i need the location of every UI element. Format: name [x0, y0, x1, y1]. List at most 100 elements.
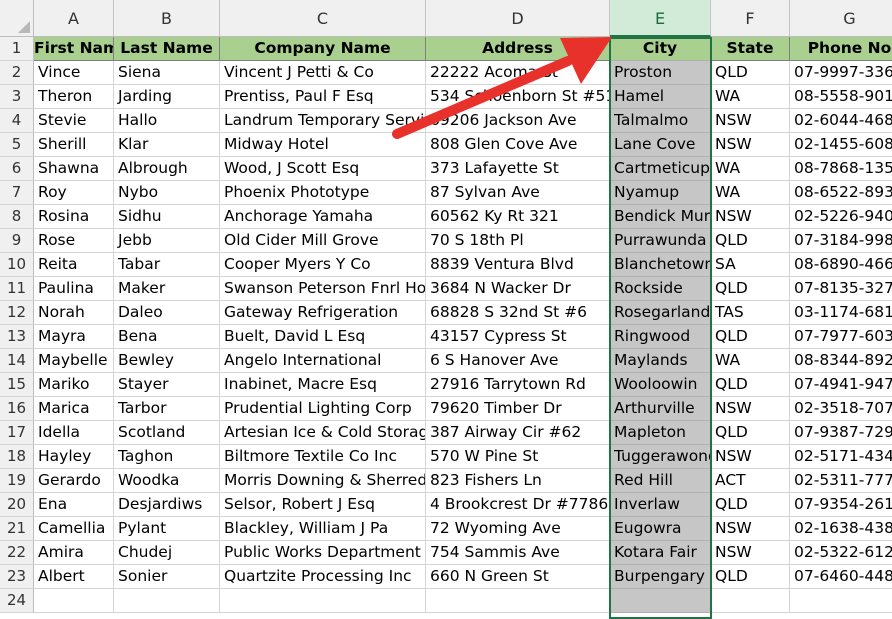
cell-a3[interactable]: Theron — [34, 85, 114, 109]
cell-g16[interactable]: 02-3518-7078 — [790, 397, 892, 421]
cell-f15[interactable]: QLD — [711, 373, 790, 397]
cell-c7[interactable]: Phoenix Phototype — [220, 181, 426, 205]
empty-cell-e24[interactable] — [610, 589, 711, 613]
cell-e16[interactable]: Arthurville — [610, 397, 711, 421]
cell-d17[interactable]: 387 Airway Cir #62 — [426, 421, 610, 445]
cell-d12[interactable]: 68828 S 32nd St #6 — [426, 301, 610, 325]
row-header-12[interactable]: 12 — [0, 301, 34, 325]
cell-e19[interactable]: Red Hill — [610, 469, 711, 493]
cell-f14[interactable]: WA — [711, 349, 790, 373]
row-header-8[interactable]: 8 — [0, 205, 34, 229]
cell-b3[interactable]: Jarding — [114, 85, 220, 109]
cell-a15[interactable]: Mariko — [34, 373, 114, 397]
cell-a8[interactable]: Rosina — [34, 205, 114, 229]
row-header-1[interactable]: 1 — [0, 37, 34, 61]
cell-b10[interactable]: Tabar — [114, 253, 220, 277]
cell-e15[interactable]: Wooloowin — [610, 373, 711, 397]
cell-g23[interactable]: 07-6460-4488 — [790, 565, 892, 589]
cell-a17[interactable]: Idella — [34, 421, 114, 445]
row-header-3[interactable]: 3 — [0, 85, 34, 109]
column-header-b[interactable]: B — [114, 0, 220, 37]
row-header-5[interactable]: 5 — [0, 133, 34, 157]
cell-a21[interactable]: Camellia — [34, 517, 114, 541]
header-cell-first-name[interactable]: First Name — [34, 37, 114, 61]
cell-d4[interactable]: 69206 Jackson Ave — [426, 109, 610, 133]
cell-e4[interactable]: Talmalmo — [610, 109, 711, 133]
cell-e2[interactable]: Proston — [610, 61, 711, 85]
cell-d7[interactable]: 87 Sylvan Ave — [426, 181, 610, 205]
cell-c12[interactable]: Gateway Refrigeration — [220, 301, 426, 325]
cell-b11[interactable]: Maker — [114, 277, 220, 301]
row-header-7[interactable]: 7 — [0, 181, 34, 205]
cell-f3[interactable]: WA — [711, 85, 790, 109]
cell-f6[interactable]: WA — [711, 157, 790, 181]
cell-e17[interactable]: Mapleton — [610, 421, 711, 445]
row-header-20[interactable]: 20 — [0, 493, 34, 517]
column-header-a[interactable]: A — [34, 0, 114, 37]
cell-e13[interactable]: Ringwood — [610, 325, 711, 349]
cell-b19[interactable]: Woodka — [114, 469, 220, 493]
cell-c20[interactable]: Selsor, Robert J Esq — [220, 493, 426, 517]
cell-f23[interactable]: QLD — [711, 565, 790, 589]
cell-c4[interactable]: Landrum Temporary Services — [220, 109, 426, 133]
cell-c15[interactable]: Inabinet, Macre Esq — [220, 373, 426, 397]
header-cell-last-name[interactable]: Last Name — [114, 37, 220, 61]
empty-cell-a24[interactable] — [34, 589, 114, 613]
empty-cell-d24[interactable] — [426, 589, 610, 613]
cell-f7[interactable]: WA — [711, 181, 790, 205]
row-header-11[interactable]: 11 — [0, 277, 34, 301]
header-cell-company-name[interactable]: Company Name — [220, 37, 426, 61]
cell-g17[interactable]: 07-9387-7293 — [790, 421, 892, 445]
cell-g10[interactable]: 08-6890-4661 — [790, 253, 892, 277]
column-header-e[interactable]: E — [610, 0, 711, 37]
row-header-24[interactable]: 24 — [0, 589, 34, 613]
cell-f12[interactable]: TAS — [711, 301, 790, 325]
cell-e5[interactable]: Lane Cove — [610, 133, 711, 157]
cell-g13[interactable]: 07-7977-6039 — [790, 325, 892, 349]
row-header-10[interactable]: 10 — [0, 253, 34, 277]
cell-g8[interactable]: 02-5226-9402 — [790, 205, 892, 229]
cell-f10[interactable]: SA — [711, 253, 790, 277]
header-cell-city[interactable]: City — [610, 37, 711, 61]
cell-c8[interactable]: Anchorage Yamaha — [220, 205, 426, 229]
cell-g9[interactable]: 07-3184-9989 — [790, 229, 892, 253]
cell-f21[interactable]: NSW — [711, 517, 790, 541]
cell-a22[interactable]: Amira — [34, 541, 114, 565]
empty-cell-f24[interactable] — [711, 589, 790, 613]
row-header-23[interactable]: 23 — [0, 565, 34, 589]
cell-d6[interactable]: 373 Lafayette St — [426, 157, 610, 181]
cell-f20[interactable]: QLD — [711, 493, 790, 517]
cell-e7[interactable]: Nyamup — [610, 181, 711, 205]
cell-a16[interactable]: Marica — [34, 397, 114, 421]
cell-e9[interactable]: Purrawunda — [610, 229, 711, 253]
cell-a6[interactable]: Shawna — [34, 157, 114, 181]
header-cell-address[interactable]: Address — [426, 37, 610, 61]
cell-b18[interactable]: Taghon — [114, 445, 220, 469]
cell-a11[interactable]: Paulina — [34, 277, 114, 301]
cell-a14[interactable]: Maybelle — [34, 349, 114, 373]
cell-d23[interactable]: 660 N Green St — [426, 565, 610, 589]
cell-g20[interactable]: 07-9354-2612 — [790, 493, 892, 517]
cell-d14[interactable]: 6 S Hanover Ave — [426, 349, 610, 373]
cell-a2[interactable]: Vince — [34, 61, 114, 85]
cell-b15[interactable]: Stayer — [114, 373, 220, 397]
cell-d2[interactable]: 22222 Acoma St — [426, 61, 610, 85]
cell-e21[interactable]: Eugowra — [610, 517, 711, 541]
row-header-16[interactable]: 16 — [0, 397, 34, 421]
cell-b14[interactable]: Bewley — [114, 349, 220, 373]
cell-e11[interactable]: Rockside — [610, 277, 711, 301]
cell-e6[interactable]: Cartmeticup — [610, 157, 711, 181]
cell-d10[interactable]: 8839 Ventura Blvd — [426, 253, 610, 277]
cell-b9[interactable]: Jebb — [114, 229, 220, 253]
cell-d15[interactable]: 27916 Tarrytown Rd — [426, 373, 610, 397]
cell-g2[interactable]: 07-9997-3366 — [790, 61, 892, 85]
cell-e10[interactable]: Blanchetown — [610, 253, 711, 277]
cell-b17[interactable]: Scotland — [114, 421, 220, 445]
cell-f8[interactable]: NSW — [711, 205, 790, 229]
cell-f18[interactable]: NSW — [711, 445, 790, 469]
row-header-4[interactable]: 4 — [0, 109, 34, 133]
cell-g12[interactable]: 03-1174-6817 — [790, 301, 892, 325]
cell-d19[interactable]: 823 Fishers Ln — [426, 469, 610, 493]
cell-b5[interactable]: Klar — [114, 133, 220, 157]
cell-e12[interactable]: Rosegarland — [610, 301, 711, 325]
